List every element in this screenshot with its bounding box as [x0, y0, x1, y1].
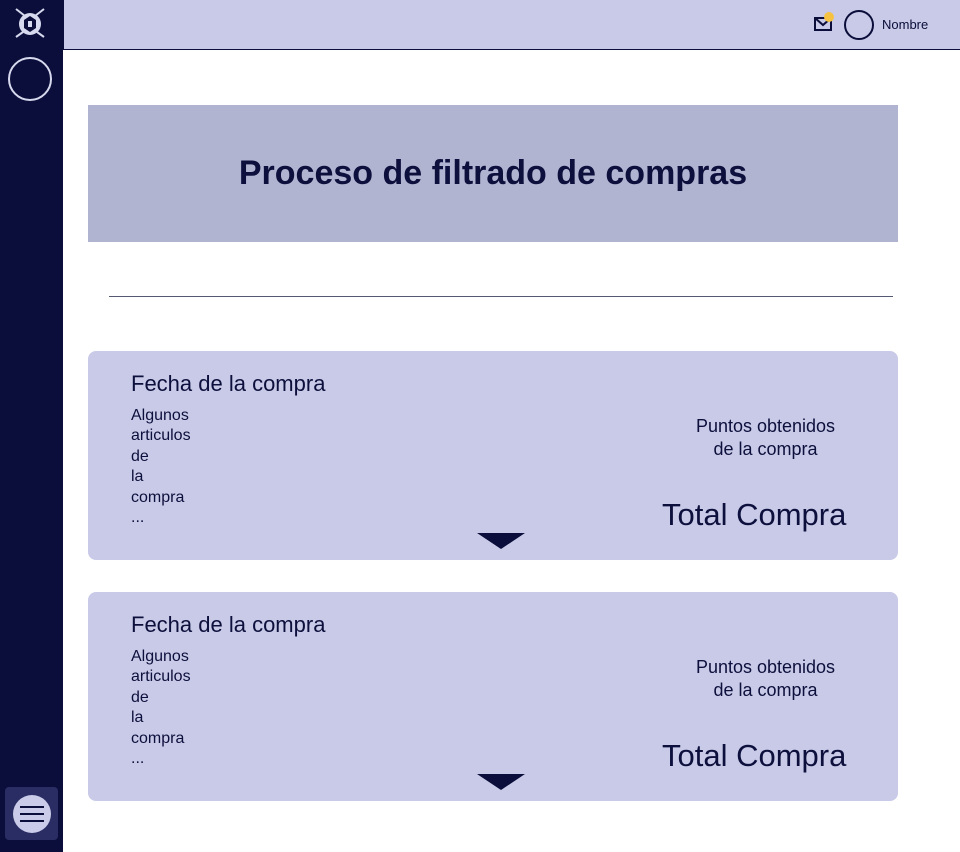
purchase-items: Algunos articulos de la compra ...	[131, 407, 191, 527]
page-title: Proceso de filtrado de compras	[238, 154, 748, 192]
purchase-total: Total Compra	[662, 738, 847, 773]
purchase-card[interactable]: Fecha de la compra Algunos articulos de …	[88, 351, 898, 560]
purchase-items: Algunos articulos de la compra ...	[131, 648, 191, 768]
top-bar: Nombre	[63, 0, 960, 50]
purchase-date: Fecha de la compra	[131, 612, 326, 637]
sidebar	[0, 0, 63, 852]
app-logo-icon[interactable]	[13, 6, 47, 40]
hamburger-menu-icon	[12, 794, 51, 833]
purchase-total: Total Compra	[662, 497, 847, 532]
purchase-date: Fecha de la compra	[131, 371, 326, 396]
purchase-points: Puntos obtenidos de la compra	[695, 657, 836, 700]
page-banner: Proceso de filtrado de compras	[88, 105, 898, 242]
expand-arrow-icon[interactable]	[477, 774, 525, 790]
menu-button[interactable]	[5, 787, 58, 840]
purchase-card[interactable]: Fecha de la compra Algunos articulos de …	[88, 592, 898, 801]
purchase-points: Puntos obtenidos de la compra	[695, 416, 836, 459]
divider	[109, 296, 893, 297]
expand-arrow-icon[interactable]	[477, 533, 525, 549]
user-name[interactable]: Nombre	[882, 17, 928, 32]
profile-avatar[interactable]	[8, 57, 52, 101]
user-avatar[interactable]	[844, 10, 874, 40]
notification-dot	[824, 12, 834, 22]
